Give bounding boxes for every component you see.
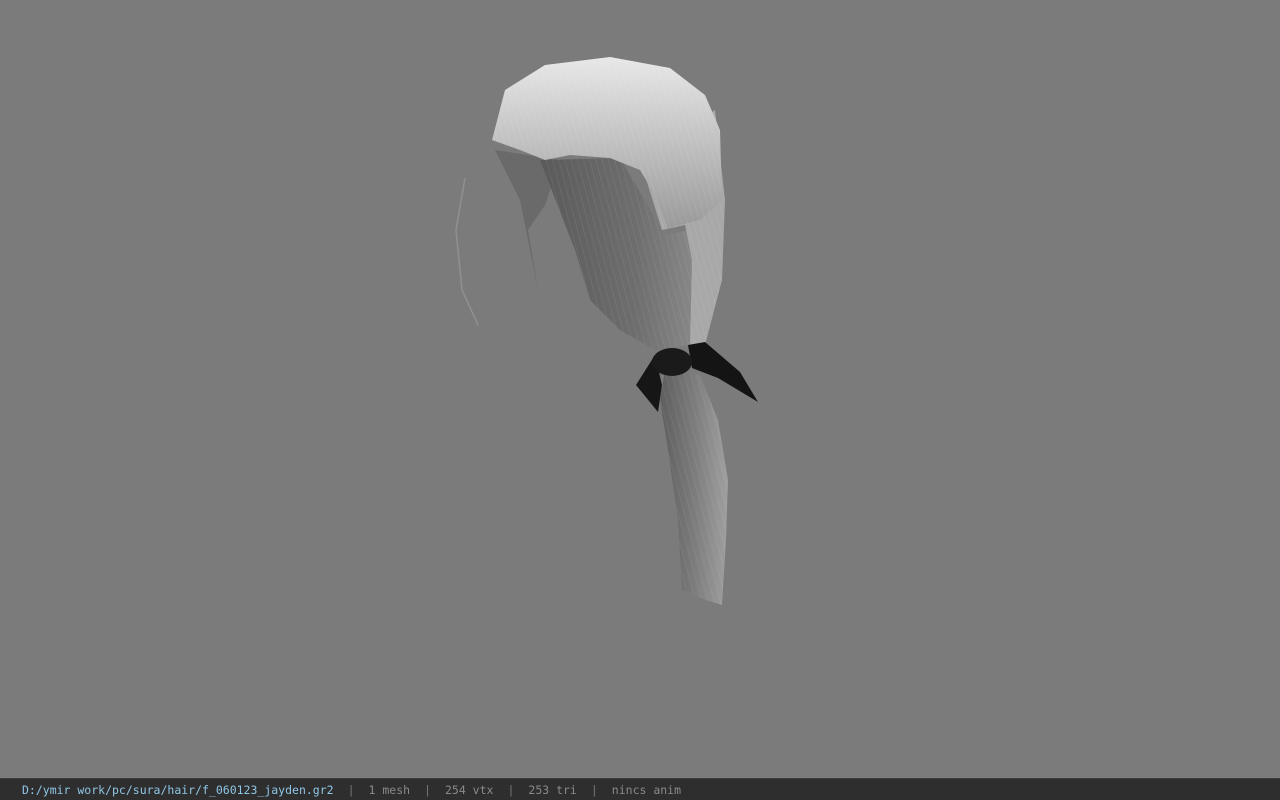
vertex-count: 254 vtx <box>444 782 494 797</box>
file-path: D:/ymir work/pc/sura/hair/f_060123_jayde… <box>22 782 334 797</box>
separator: | <box>347 782 355 797</box>
separator: | <box>507 782 515 797</box>
separator: | <box>590 782 598 797</box>
status-bar: D:/ymir work/pc/sura/hair/f_060123_jayde… <box>0 778 1280 800</box>
separator: | <box>424 782 431 797</box>
3d-viewport[interactable] <box>0 0 1280 778</box>
side-strand <box>455 177 479 326</box>
hair-model <box>455 57 758 605</box>
hair-tie <box>652 348 692 376</box>
triangle-count: 253 tri <box>528 782 577 797</box>
mesh-count: 1 mesh <box>368 782 411 797</box>
animation-status: nincs anim <box>611 782 682 797</box>
